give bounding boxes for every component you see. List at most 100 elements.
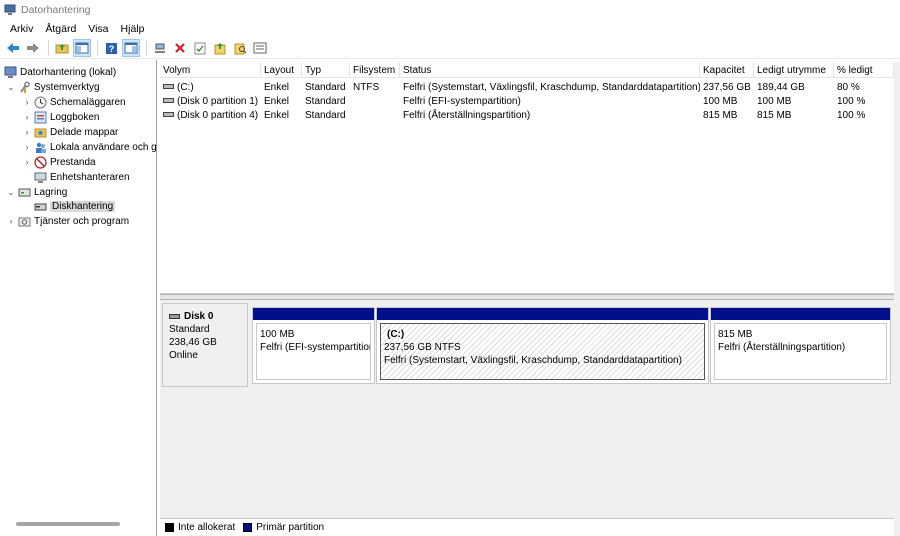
- title-bar: Datorhantering: [0, 0, 900, 20]
- properties-button[interactable]: [251, 39, 269, 57]
- tree-item-systemverktyg[interactable]: ⌄ Systemverktyg: [6, 80, 100, 94]
- chevron-right-icon[interactable]: ›: [22, 112, 32, 122]
- tools-icon: [18, 81, 31, 94]
- column-header-status[interactable]: Status: [400, 62, 700, 78]
- chevron-right-icon[interactable]: ›: [22, 157, 32, 167]
- cell-ledigt-utrymme: 100 MB: [757, 95, 792, 107]
- tree-label: Systemverktyg: [34, 81, 100, 93]
- back-button[interactable]: [4, 39, 22, 57]
- volume-icon: [163, 84, 174, 89]
- partition-status: Felfri (Återställningspartition): [718, 342, 846, 353]
- partition-efi[interactable]: 100 MB Felfri (EFI-systempartition): [252, 307, 375, 384]
- menu-hjalp[interactable]: Hjälp: [115, 23, 151, 35]
- cell-procent-ledigt: 100 %: [837, 95, 866, 107]
- cell-kapacitet: 100 MB: [703, 95, 738, 107]
- chevron-right-icon[interactable]: ›: [22, 127, 32, 137]
- partition-recovery[interactable]: 815 MB Felfri (Återställningspartition): [710, 307, 891, 384]
- disk-graphical-view: Disk 0 Standard 238,46 GB Online 100 MB …: [160, 300, 894, 518]
- folder-up-icon: [55, 44, 69, 54]
- back-icon: [7, 43, 19, 53]
- legend-swatch-unallocated: [165, 523, 174, 532]
- tree-item-lagring[interactable]: ⌄ Lagring: [6, 185, 67, 199]
- menu-arkiv[interactable]: Arkiv: [4, 23, 39, 35]
- show-hide-button[interactable]: [122, 39, 140, 57]
- chevron-right-icon[interactable]: ›: [22, 142, 32, 152]
- menu-visa[interactable]: Visa: [82, 23, 114, 35]
- tree-label: Datorhantering (lokal): [20, 66, 117, 78]
- chevron-down-icon[interactable]: ⌄: [6, 82, 16, 92]
- forward-button[interactable]: [24, 39, 42, 57]
- connect-button[interactable]: [151, 39, 169, 57]
- export-icon: [214, 42, 226, 54]
- menu-atgard[interactable]: Åtgärd: [39, 23, 82, 35]
- volume-name: (Disk 0 partition 1): [177, 95, 259, 107]
- column-header-filsystem[interactable]: Filsystem: [350, 62, 400, 78]
- tree-label: Schemaläggaren: [50, 96, 126, 108]
- tree-item-schemalaggaren[interactable]: › Schemaläggaren: [22, 95, 126, 109]
- tree-label: Diskhantering: [50, 200, 116, 212]
- primary-partition-bar: [377, 308, 708, 320]
- services-icon: [18, 215, 31, 228]
- chevron-right-icon[interactable]: ›: [6, 216, 16, 226]
- export-button[interactable]: [211, 39, 229, 57]
- toolbar-separator: [48, 40, 49, 56]
- search-button[interactable]: [231, 39, 249, 57]
- partition-c[interactable]: (C:) 237,56 GB NTFS Felfri (Systemstart,…: [376, 307, 709, 384]
- table-row[interactable]: (Disk 0 partition 1) Enkel Standard Felf…: [160, 94, 894, 108]
- computer-icon: [4, 66, 17, 79]
- partition-title: (C:): [387, 329, 405, 340]
- help-icon: ?: [105, 42, 117, 54]
- toolbar: ?: [0, 38, 900, 59]
- cell-layout: Enkel: [264, 81, 290, 93]
- tree-item-enhetshanteraren[interactable]: Enhetshanteraren: [34, 170, 130, 184]
- volume-name: (Disk 0 partition 4): [177, 109, 259, 121]
- console-tree-button[interactable]: [73, 39, 91, 57]
- tree-label: Tjänster och program: [34, 215, 130, 227]
- tree-item-diskhantering[interactable]: Diskhantering: [34, 199, 116, 213]
- partition-body: 815 MB Felfri (Återställningspartition): [714, 323, 887, 380]
- cell-layout: Enkel: [264, 95, 290, 107]
- disk-info[interactable]: Disk 0 Standard 238,46 GB Online: [162, 303, 248, 387]
- properties-icon: [253, 42, 267, 54]
- tree-item-delade-mappar[interactable]: › Delade mappar: [22, 125, 119, 139]
- column-header-volym[interactable]: Volym: [160, 62, 261, 78]
- disk-type: Standard: [169, 324, 210, 335]
- partition-size: 237,56 GB NTFS: [384, 342, 461, 353]
- cell-filsystem: NTFS: [353, 81, 380, 93]
- table-row[interactable]: (Disk 0 partition 4) Enkel Standard Felf…: [160, 108, 894, 122]
- cell-volym: (Disk 0 partition 1): [160, 94, 261, 108]
- cell-volym: (C:): [160, 80, 261, 94]
- window-title: Datorhantering: [21, 4, 91, 16]
- horizontal-scrollbar-thumb[interactable]: [16, 522, 120, 526]
- check-button[interactable]: [191, 39, 209, 57]
- forward-icon: [27, 43, 39, 53]
- chevron-right-icon[interactable]: ›: [22, 97, 32, 107]
- tree-label: Prestanda: [50, 156, 96, 168]
- legend-unallocated: Inte allokerat: [165, 522, 235, 533]
- help-button[interactable]: ?: [102, 39, 120, 57]
- up-button[interactable]: [53, 39, 71, 57]
- cell-status: Felfri (Återställningspartition): [403, 109, 531, 121]
- device-manager-icon: [34, 171, 47, 184]
- delete-button[interactable]: [171, 39, 189, 57]
- tree-item-loggboken[interactable]: › Loggboken: [22, 110, 100, 124]
- cell-procent-ledigt: 80 %: [837, 81, 860, 93]
- legend-label: Primär partition: [256, 522, 325, 533]
- cell-kapacitet: 815 MB: [703, 109, 738, 121]
- tree-item-root[interactable]: Datorhantering (lokal): [4, 65, 116, 79]
- cell-layout: Enkel: [264, 109, 290, 121]
- table-row[interactable]: (C:) Enkel Standard NTFS Felfri (Systems…: [160, 80, 894, 94]
- volume-name: (C:): [177, 81, 194, 93]
- chevron-down-icon[interactable]: ⌄: [6, 187, 16, 197]
- column-header-ledigt-utrymme[interactable]: Ledigt utrymme: [754, 62, 834, 78]
- cell-filsystem: [350, 94, 400, 108]
- tree-item-prestanda[interactable]: › Prestanda: [22, 155, 96, 169]
- column-header-kapacitet[interactable]: Kapacitet: [700, 62, 754, 78]
- column-header-layout[interactable]: Layout: [261, 62, 302, 78]
- volume-icon: [163, 112, 174, 117]
- tree-item-tjanster[interactable]: › Tjänster och program: [6, 214, 130, 228]
- column-header-procent-ledigt[interactable]: % ledigt: [834, 62, 894, 78]
- tree-item-lokala-anvandare[interactable]: › Lokala användare och g: [22, 140, 156, 154]
- delete-icon: [175, 43, 185, 53]
- column-header-typ[interactable]: Typ: [302, 62, 350, 78]
